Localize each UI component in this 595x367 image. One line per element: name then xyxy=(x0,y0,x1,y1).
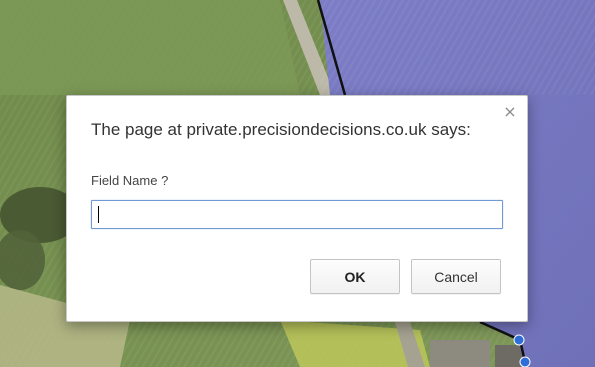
boundary-vertex-marker xyxy=(513,334,525,346)
prompt-dialog: The page at private.precisiondecisions.c… xyxy=(66,95,528,322)
ok-button[interactable]: OK xyxy=(310,259,400,294)
dialog-title: The page at private.precisiondecisions.c… xyxy=(91,120,471,139)
close-icon[interactable]: × xyxy=(503,104,517,120)
boundary-vertex-marker xyxy=(519,356,531,367)
cancel-button[interactable]: Cancel xyxy=(411,259,501,294)
browser-viewport: The page at private.precisiondecisions.c… xyxy=(0,0,595,367)
field-name-label: Field Name ? xyxy=(91,173,169,188)
field-name-input[interactable] xyxy=(91,200,503,229)
